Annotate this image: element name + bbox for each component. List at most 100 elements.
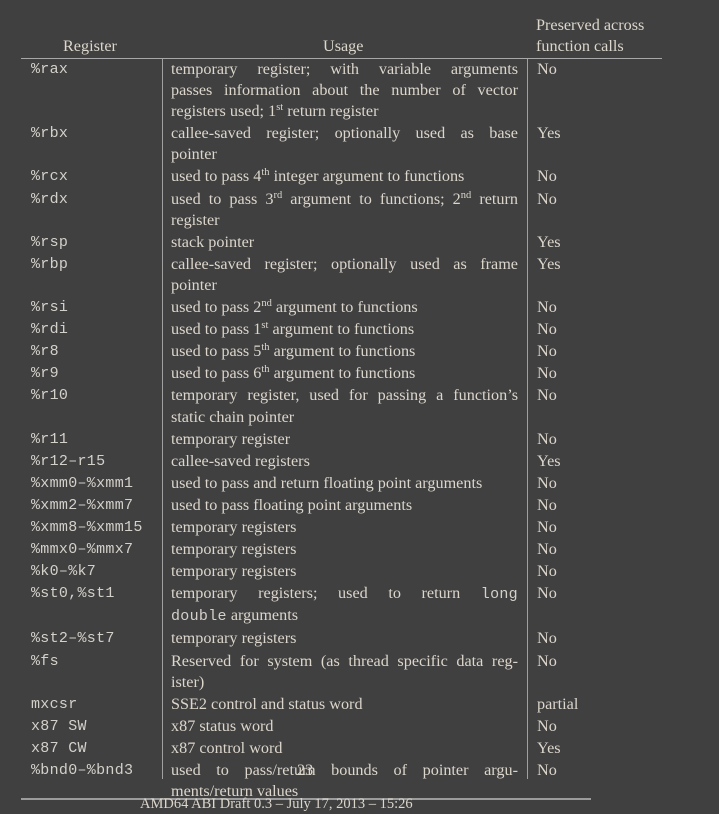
register-name: %r11	[31, 430, 69, 448]
usage-line: Reserved for system (as thread specific …	[171, 651, 518, 670]
register-name: x87 SW	[31, 717, 87, 735]
page-number: 23	[297, 761, 314, 779]
table-row: %st2–%st7 temporary registers No	[0, 627, 719, 649]
register-usage: temporary registers	[171, 516, 518, 538]
preserved-value: No	[537, 189, 557, 208]
usage-line: temporary registers	[171, 517, 297, 536]
ordinal-suffix: th	[261, 364, 270, 376]
table-row: %mmx0–%mmx7 temporary registers No	[0, 538, 719, 560]
register-name: %r8	[31, 343, 59, 361]
usage-line: used to pass 6th argument to functions	[171, 364, 416, 383]
usage-line: x87 control word	[171, 738, 283, 757]
register-usage: temporary register, used for passing a f…	[171, 384, 518, 427]
preserved-value: No	[537, 429, 557, 448]
header-preserved-line2: function calls	[536, 37, 624, 55]
preserved-value: No	[537, 495, 557, 514]
register-name: %xmm8–%xmm15	[31, 518, 143, 536]
ordinal-suffix: th	[261, 342, 270, 354]
preserved-value: No	[537, 651, 557, 670]
usage-line: callee-saved register; optionally used a…	[171, 124, 518, 143]
usage-line: temporary registers	[171, 540, 297, 559]
table-row: %rax temporary register; with variable ar…	[0, 58, 719, 122]
register-name: %r12–r15	[31, 452, 106, 470]
table-row: %r10 temporary register, used for passing…	[0, 384, 719, 427]
preserved-value: Yes	[537, 738, 561, 757]
register-name: %bnd0–%bnd3	[31, 762, 134, 779]
register-name: %rbp	[31, 255, 69, 273]
preserved-value: No	[537, 584, 557, 603]
table-row: %rsi used to pass 2nd argument to functio…	[0, 296, 719, 318]
register-name: %rax	[31, 61, 69, 78]
table-row: %rbx callee-saved register; optionally us…	[0, 122, 719, 165]
register-usage: used to pass floating point arguments	[171, 494, 518, 516]
header-preserved-line1: Preserved across	[536, 16, 645, 34]
register-name: %k0–%k7	[31, 563, 97, 581]
register-name: %mmx0–%mmx7	[31, 541, 134, 559]
header-register: Register	[63, 37, 117, 55]
usage-line: temporary register	[171, 429, 291, 448]
usage-line: stack pointer	[171, 232, 255, 251]
usage-line: temporary register; with variable argume…	[171, 60, 518, 78]
code-keyword: double	[171, 608, 227, 626]
usage-line: registers used; 1st return register	[171, 102, 379, 121]
register-name: %rsp	[31, 233, 69, 251]
register-usage: callee-saved register; optionally used a…	[171, 122, 518, 165]
usage-line: x87 status word	[171, 716, 274, 735]
register-name: %rdi	[31, 321, 69, 339]
table-row: %fs Reserved for system (as thread specif…	[0, 650, 719, 693]
register-name: x87 CW	[31, 739, 87, 757]
code-keyword: long	[480, 586, 518, 604]
register-usage: temporary register	[171, 428, 518, 450]
preserved-value: No	[537, 629, 557, 648]
ordinal-suffix: nd	[460, 189, 472, 201]
usage-line: used to pass/return bounds of pointer ar…	[171, 761, 518, 779]
table-row: %rdx used to pass 3rd argument to functio…	[0, 188, 719, 231]
preserved-value: No	[537, 298, 557, 317]
header-usage: Usage	[323, 37, 364, 55]
usage-line: SSE2 control and status word	[171, 694, 363, 713]
register-name: %rbx	[31, 125, 69, 143]
register-usage: used to pass 4th integer argument to fun…	[171, 165, 518, 187]
register-name: %rsi	[31, 299, 69, 317]
ordinal-suffix: nd	[261, 298, 272, 310]
usage-line: callee-saved register; optionally used a…	[171, 254, 518, 273]
register-usage: temporary registers; used to return long…	[171, 582, 518, 627]
register-name: %xmm2–%xmm7	[31, 496, 134, 514]
register-usage: x87 status word	[171, 715, 518, 737]
preserved-value: No	[537, 60, 557, 78]
preserved-value: No	[537, 562, 557, 581]
usage-line: temporary registers	[171, 562, 297, 581]
table-row: %xmm8–%xmm15 temporary registers No	[0, 516, 719, 538]
usage-line: used to pass 5th argument to functions	[171, 342, 416, 361]
table-row: x87 CW x87 control word Yes	[0, 737, 719, 759]
table-row: %rdi used to pass 1st argument to functio…	[0, 318, 719, 340]
register-usage: temporary registers	[171, 627, 518, 649]
preserved-value: No	[537, 386, 557, 405]
usage-line: temporary registers; used to return long	[171, 584, 518, 604]
usage-line: temporary register, used for passing a f…	[171, 386, 518, 405]
table-row: %r9 used to pass 6th argument to function…	[0, 362, 719, 384]
usage-line: used to pass and return floating point a…	[171, 473, 483, 492]
register-usage: used to pass 6th argument to functions	[171, 362, 518, 384]
usage-line: register	[171, 210, 220, 229]
register-name: %xmm0–%xmm1	[31, 474, 134, 492]
preserved-value: No	[537, 364, 557, 383]
usage-line: static chain pointer	[171, 407, 295, 426]
usage-line: used to pass 1st argument to functions	[171, 320, 415, 339]
usage-line: pointer	[171, 145, 217, 164]
preserved-value: No	[537, 716, 557, 735]
usage-line: used to pass 3rd argument to functions; …	[171, 189, 519, 208]
register-usage: used to pass 2nd argument to functions	[171, 296, 518, 318]
register-name: %st0,%st1	[31, 585, 115, 603]
ordinal-suffix: st	[276, 102, 284, 114]
usage-line: pointer	[171, 275, 217, 294]
register-usage: used to pass 1st argument to functions	[171, 318, 518, 340]
preserved-value: No	[537, 761, 557, 779]
preserved-value: Yes	[537, 451, 561, 470]
usage-line: double arguments	[171, 606, 298, 626]
register-name: %rcx	[31, 168, 69, 186]
header-preserved: Preserved across function calls	[536, 15, 644, 57]
preserved-value: No	[537, 473, 557, 492]
usage-line: used to pass 2nd argument to functions	[171, 298, 418, 317]
preserved-value: partial	[537, 694, 579, 713]
